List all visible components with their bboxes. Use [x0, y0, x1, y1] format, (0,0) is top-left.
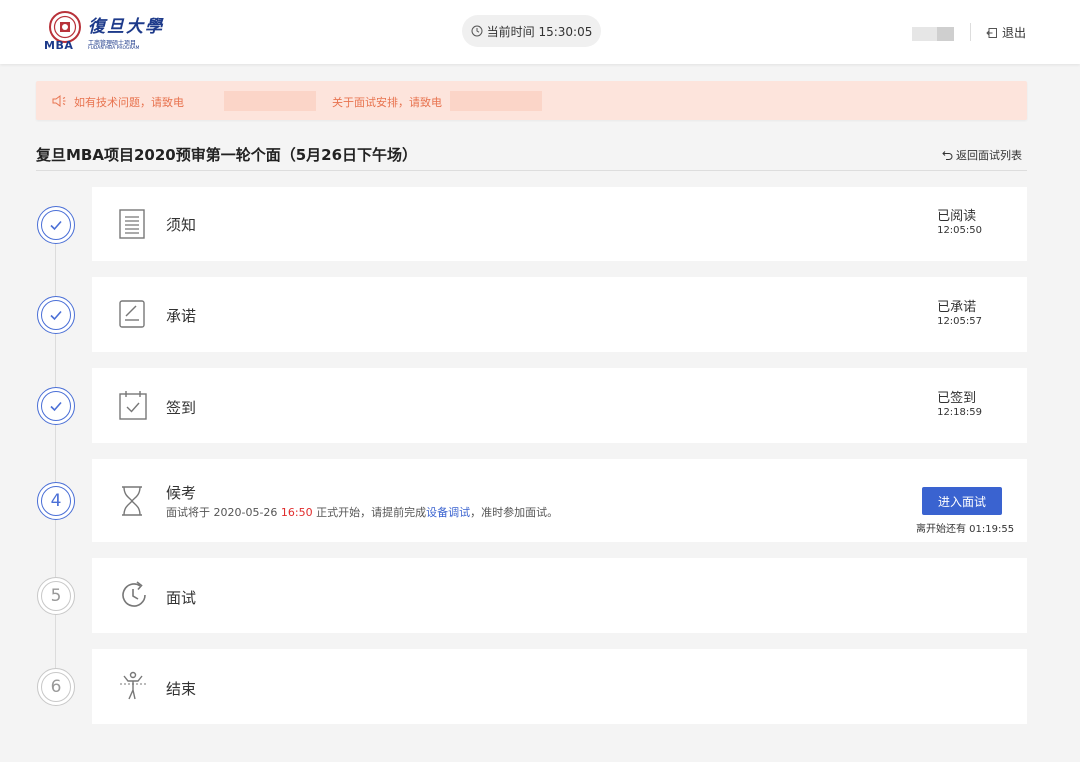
- step-label: 结束: [166, 680, 197, 698]
- finish-runner-icon: [120, 671, 146, 700]
- check-icon: [50, 310, 62, 321]
- step-label: 须知: [166, 216, 197, 234]
- clock-refresh-icon: [122, 581, 146, 607]
- step-label: 签到: [166, 399, 197, 417]
- document-icon: [119, 209, 145, 239]
- header-divider: [970, 23, 971, 41]
- step-status-text: 已阅读: [937, 209, 977, 224]
- step-label: 候考: [166, 484, 197, 502]
- return-arrow-icon: [942, 151, 953, 160]
- step-card-checkin[interactable]: 签到 已签到 12:18:59: [92, 368, 1027, 443]
- back-to-list-link[interactable]: 返回面试列表: [942, 147, 1022, 163]
- logo-subtitle-en: FUDAN MBA PROGRAM: [88, 46, 140, 51]
- notice-phone-redacted-2: [450, 91, 542, 111]
- desc-middle: 正式开始，请提前完成: [312, 506, 427, 519]
- timeline-connector: [55, 224, 56, 686]
- step-card-pledge[interactable]: 承诺 已承诺 12:05:57: [92, 277, 1027, 352]
- check-icon: [50, 220, 62, 231]
- clock-icon: [471, 25, 483, 37]
- notice-phone-redacted-1: [224, 91, 316, 111]
- step-indicator-2: [37, 296, 75, 334]
- speaker-icon: [52, 95, 66, 107]
- step-label: 面试: [166, 589, 197, 607]
- desc-suffix: ，准时参加面试。: [470, 506, 559, 519]
- step-number: 4: [41, 486, 71, 516]
- enter-interview-button[interactable]: 进入面试: [922, 487, 1002, 515]
- step-label: 承诺: [166, 307, 197, 325]
- back-link-label: 返回面试列表: [956, 149, 1022, 162]
- step-number: 5: [41, 581, 71, 611]
- step-status-time: 12:05:57: [937, 316, 982, 327]
- page-title: 复旦MBA项目2020预审第一轮个面（5月26日下午场）: [36, 146, 418, 164]
- logout-button[interactable]: 退出: [986, 24, 1026, 41]
- check-icon: [50, 401, 62, 412]
- notice-tech-support-text: 如有技术问题，请致电: [74, 96, 184, 109]
- logo-script-text: 復旦大學: [88, 17, 164, 37]
- top-header: 復旦大學 MBA 工商管理硕士项目 FUDAN MBA PROGRAM 当前时间…: [0, 0, 1080, 64]
- desc-prefix: 面试将于 2020-05-26: [166, 506, 281, 519]
- step-description: 面试将于 2020-05-26 16:50 正式开始，请提前完成设备调试，准时参…: [166, 504, 558, 520]
- user-name-redacted[interactable]: [912, 27, 954, 41]
- step-status-text: 已承诺: [937, 300, 977, 315]
- title-divider: [36, 170, 1027, 171]
- hourglass-icon: [122, 486, 142, 516]
- notice-arrangement-text: 关于面试安排，请致电: [332, 96, 442, 109]
- step-indicator-4: 4: [37, 482, 75, 520]
- calendar-check-icon: [119, 391, 147, 420]
- step-status: 已签到 12:18:59: [937, 391, 982, 419]
- current-time-pill: 当前时间 15:30:05: [462, 15, 601, 47]
- logo-mba-text: MBA: [44, 39, 74, 52]
- step-card-waiting: 候考 面试将于 2020-05-26 16:50 正式开始，请提前完成设备调试，…: [92, 459, 1027, 542]
- current-time-text: 当前时间 15:30:05: [486, 24, 593, 39]
- fudan-mba-logo[interactable]: 復旦大學 MBA 工商管理硕士项目 FUDAN MBA PROGRAM: [44, 8, 164, 56]
- step-indicator-6: 6: [37, 668, 75, 706]
- step-status: 已承诺 12:05:57: [937, 300, 982, 328]
- step-number: 6: [41, 672, 71, 702]
- step-status-time: 12:18:59: [937, 407, 982, 418]
- step-card-finish: 结束: [92, 649, 1027, 724]
- step-status-time: 12:05:50: [937, 225, 982, 236]
- step-indicator-5: 5: [37, 577, 75, 615]
- device-test-link[interactable]: 设备调试: [426, 506, 470, 519]
- logout-label: 退出: [1002, 26, 1027, 40]
- step-indicator-3: [37, 387, 75, 425]
- countdown-text: 离开始还有 01:19:55: [916, 524, 1015, 535]
- desc-start-time: 16:50: [280, 506, 313, 519]
- logout-icon: [986, 27, 997, 38]
- notice-bar: 如有技术问题，请致电 关于面试安排，请致电: [36, 81, 1027, 120]
- step-status: 已阅读 12:05:50: [937, 209, 982, 237]
- step-status-text: 已签到: [937, 391, 977, 406]
- signature-icon: [119, 300, 145, 328]
- step-card-notice[interactable]: 须知 已阅读 12:05:50: [92, 187, 1027, 261]
- step-card-interview: 面试: [92, 558, 1027, 633]
- step-indicator-1: [37, 206, 75, 244]
